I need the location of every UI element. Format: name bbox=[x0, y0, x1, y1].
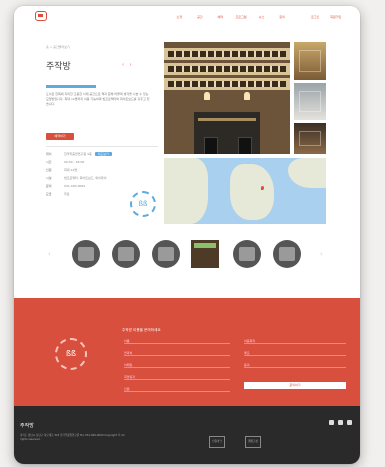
thumb-photo[interactable] bbox=[294, 83, 326, 120]
login-link[interactable]: 로그인 bbox=[305, 13, 326, 21]
carousel-thumb[interactable] bbox=[72, 240, 100, 268]
info-key: 시설 bbox=[46, 176, 52, 180]
form-field[interactable]: 희망일자 bbox=[124, 376, 230, 380]
main-nav: 소개 공간 예약 프로그램 뉴스 문의 로그인 회원가입 bbox=[169, 13, 346, 21]
nav-spacer bbox=[292, 13, 304, 21]
site-footer: 주작방 경기도 성남시 분당구 하오개로 323 한국학중앙연구원 Tel. 0… bbox=[14, 406, 360, 464]
info-value: 빔프로젝터, 화이트보드, 와이파이 bbox=[64, 176, 107, 180]
info-value: 무료 bbox=[64, 192, 70, 196]
lamp bbox=[204, 92, 210, 100]
info-row: 시설 빔프로젝터, 화이트보드, 와이파이 bbox=[46, 176, 156, 180]
location-map[interactable] bbox=[164, 158, 326, 224]
lamp bbox=[244, 92, 250, 100]
map-land bbox=[230, 164, 274, 220]
map-pin-icon[interactable] bbox=[261, 186, 264, 190]
blog-icon[interactable] bbox=[347, 420, 352, 425]
carousel-thumb[interactable] bbox=[112, 240, 140, 268]
footer-address: 경기도 성남시 분당구 하오개로 323 한국학중앙연구원 Tel. 031-0… bbox=[20, 434, 125, 441]
instagram-icon[interactable] bbox=[338, 420, 343, 425]
info-row: 인원 최대 12명 bbox=[46, 168, 156, 172]
nav-item[interactable]: 예약 bbox=[210, 13, 231, 21]
contact-form-left: 이름 연락처 이메일 희망일자 인원 bbox=[124, 340, 230, 400]
footer-logo[interactable]: 주작방 bbox=[20, 422, 34, 429]
browser-frame: 소개 공간 예약 프로그램 뉴스 문의 로그인 회원가입 홈 > 공간둘러보기 … bbox=[14, 6, 360, 464]
map-link-badge[interactable]: 지도보기 bbox=[94, 152, 112, 156]
space-description: 도서관 한쪽에 자리한 조용한 서재 공간으로 책과 함께 머물며 생각을 나눌… bbox=[46, 92, 150, 106]
info-key: 문의 bbox=[46, 184, 52, 188]
info-value: 031-000-0000 bbox=[64, 184, 86, 188]
signup-link[interactable]: 회원가입 bbox=[325, 13, 346, 21]
page-title: 주작방 bbox=[46, 62, 71, 72]
map-land bbox=[288, 158, 326, 188]
submit-button[interactable]: 문의하기 bbox=[244, 382, 346, 389]
info-value: 최대 12명 bbox=[64, 168, 78, 172]
reserve-button[interactable]: 예약하기 bbox=[46, 133, 74, 140]
info-key: 요금 bbox=[46, 192, 52, 196]
form-field[interactable]: 이용목적 bbox=[244, 340, 346, 344]
info-row: 문의 031-000-0000 bbox=[46, 184, 156, 188]
carousel-thumb[interactable] bbox=[273, 240, 301, 268]
social-links bbox=[329, 420, 352, 425]
photo-carousel: ‹ › bbox=[14, 238, 360, 274]
info-value: 한국학중앙연구원 3층 bbox=[64, 152, 92, 156]
form-field[interactable]: 인원 bbox=[124, 388, 230, 392]
carousel-thumb-active[interactable] bbox=[191, 240, 219, 268]
info-row: 시간 09:00 - 18:00 bbox=[46, 160, 156, 164]
prev-next-icon[interactable]: ‹ › bbox=[122, 62, 134, 68]
brand-mark-icon: ßß bbox=[130, 191, 156, 217]
chair bbox=[204, 137, 218, 154]
map-land bbox=[164, 158, 208, 224]
thumb-photo[interactable] bbox=[294, 42, 326, 80]
site-header: 소개 공간 예약 프로그램 뉴스 문의 로그인 회원가입 bbox=[14, 6, 360, 28]
certification-badge[interactable]: 인증마크 bbox=[209, 436, 225, 448]
info-row: 위치 한국학중앙연구원 3층 지도보기 bbox=[46, 152, 156, 156]
carousel-thumb[interactable] bbox=[233, 240, 261, 268]
site-logo[interactable] bbox=[35, 11, 47, 21]
form-field[interactable]: 이름 bbox=[124, 340, 230, 344]
contact-title: 주작방 이용을 문의하세요 bbox=[122, 328, 161, 332]
info-key: 인원 bbox=[46, 168, 52, 172]
divider bbox=[46, 146, 158, 147]
chair bbox=[238, 137, 252, 154]
accessibility-badge[interactable]: 웹접근성 bbox=[245, 436, 261, 448]
facebook-icon[interactable] bbox=[329, 420, 334, 425]
form-field[interactable]: 연락처 bbox=[124, 352, 230, 356]
info-key: 시간 bbox=[46, 160, 52, 164]
main-photo[interactable] bbox=[164, 42, 290, 154]
form-field[interactable]: 동의 bbox=[244, 364, 346, 368]
bookshelf bbox=[164, 63, 290, 75]
bookshelf bbox=[164, 78, 290, 90]
chevron-right-icon[interactable]: › bbox=[320, 250, 323, 258]
breadcrumb[interactable]: 홈 > 공간둘러보기 bbox=[46, 45, 70, 49]
form-field[interactable]: 메모 bbox=[244, 352, 346, 356]
contact-form-right: 이용목적 메모 동의 bbox=[244, 340, 346, 376]
nav-item[interactable]: 문의 bbox=[272, 13, 293, 21]
brand-mark-icon: ßß bbox=[55, 338, 87, 370]
highlight-bar bbox=[46, 85, 96, 88]
bookshelf bbox=[164, 48, 290, 60]
nav-item[interactable]: 뉴스 bbox=[251, 13, 272, 21]
info-value: 09:00 - 18:00 bbox=[64, 160, 85, 164]
nav-item[interactable]: 프로그램 bbox=[231, 13, 252, 21]
contact-section: ßß 주작방 이용을 문의하세요 이름 연락처 이메일 희망일자 인원 이용목적… bbox=[14, 298, 360, 406]
form-field[interactable]: 이메일 bbox=[124, 364, 230, 368]
info-key: 위치 bbox=[46, 152, 52, 156]
footer-badges: 인증마크 웹접근성 bbox=[209, 436, 261, 448]
nav-item[interactable]: 공간 bbox=[190, 13, 211, 21]
thumb-photo[interactable] bbox=[294, 123, 326, 154]
chevron-left-icon[interactable]: ‹ bbox=[48, 250, 51, 258]
carousel-thumb[interactable] bbox=[152, 240, 180, 268]
nav-item[interactable]: 소개 bbox=[169, 13, 190, 21]
